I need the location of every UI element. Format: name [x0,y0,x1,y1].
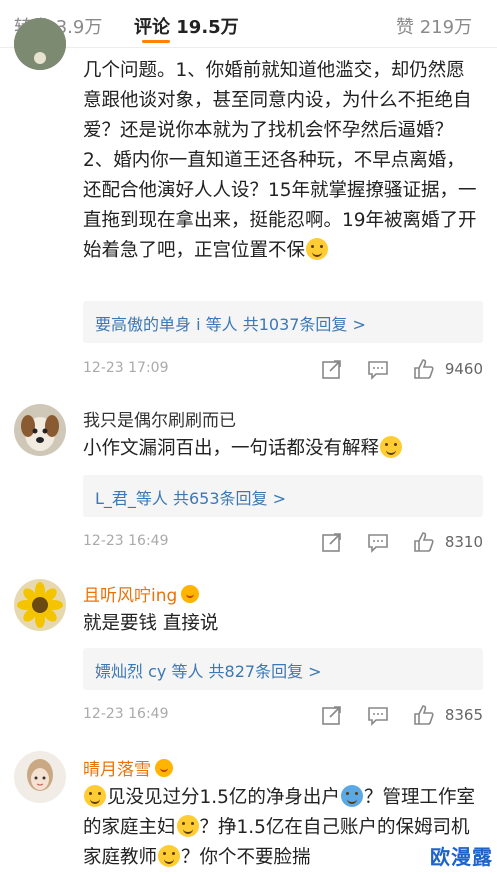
like-icon[interactable] [413,358,435,380]
comment-icon[interactable] [367,531,389,553]
comment-time: 12-23 16:49 [83,533,169,549]
active-tab-indicator [142,40,170,43]
emoji-icon [306,238,329,260]
share-icon[interactable] [321,531,343,553]
comment-time: 12-23 16:49 [83,706,169,722]
share-icon[interactable] [321,704,343,726]
avatar[interactable] [14,404,66,456]
share-icon[interactable] [321,358,343,380]
comment-text: 就是要钱 直接说 [83,613,219,634]
avatar[interactable] [14,579,66,631]
comment-time: 12-23 17:09 [83,360,169,376]
emoji-icon [380,436,403,458]
emoji-icon [158,845,181,867]
avatar[interactable] [14,18,66,70]
username[interactable]: 我只是偶尔刷刷而已 [83,406,236,431]
tab-likes[interactable]: 赞 219万 [396,13,472,39]
watermark-logo: 欧漫露 [430,845,493,869]
like-icon[interactable] [413,531,435,553]
username[interactable]: 晴月落雪 [83,755,173,780]
comment-text: 见没见过分1.5亿的净身出户 ？管理工作室的家庭主妇 ？挣1.5亿在自己账户的保姆司… [83,785,475,868]
member-badge-icon [155,759,173,777]
comment-icon[interactable] [367,358,389,380]
comment-meta: 12-23 16:49 8310 [83,531,483,555]
comment-text: 几个问题。1、你婚前就知道他滥交，却仍然愿意跟他谈对象，甚至同意内设，为什么不拒… [83,60,477,261]
like-icon[interactable] [413,704,435,726]
reply-summary[interactable]: L_君_等人 共653条回复 > [83,475,483,517]
reply-summary[interactable]: 嫖灿烈 cy 等人 共827条回复 > [83,648,483,690]
emoji-icon [340,785,363,807]
comment-tabs: 转发 3.9万 评论 19.5万 赞 219万 [0,0,497,48]
member-badge-icon [181,585,200,603]
comment-text: 小作文漏洞百出，一句话都没有解释 [83,434,483,464]
username[interactable]: 且听风咛ing [83,581,200,606]
avatar[interactable] [14,751,66,803]
like-count: 8310 [444,533,483,551]
reply-summary[interactable]: 要高傲的单身 i 等人 共1037条回复 > [83,301,483,343]
comment-meta: 12-23 17:09 9460 [83,358,483,382]
tab-comments[interactable]: 评论 19.5万 [134,13,239,39]
like-count: 9460 [444,360,483,378]
comment-meta: 12-23 16:49 8365 [83,704,483,728]
emoji-icon [84,785,106,807]
emoji-icon [176,815,199,837]
comment-icon[interactable] [367,704,389,726]
like-count: 8365 [444,706,483,724]
